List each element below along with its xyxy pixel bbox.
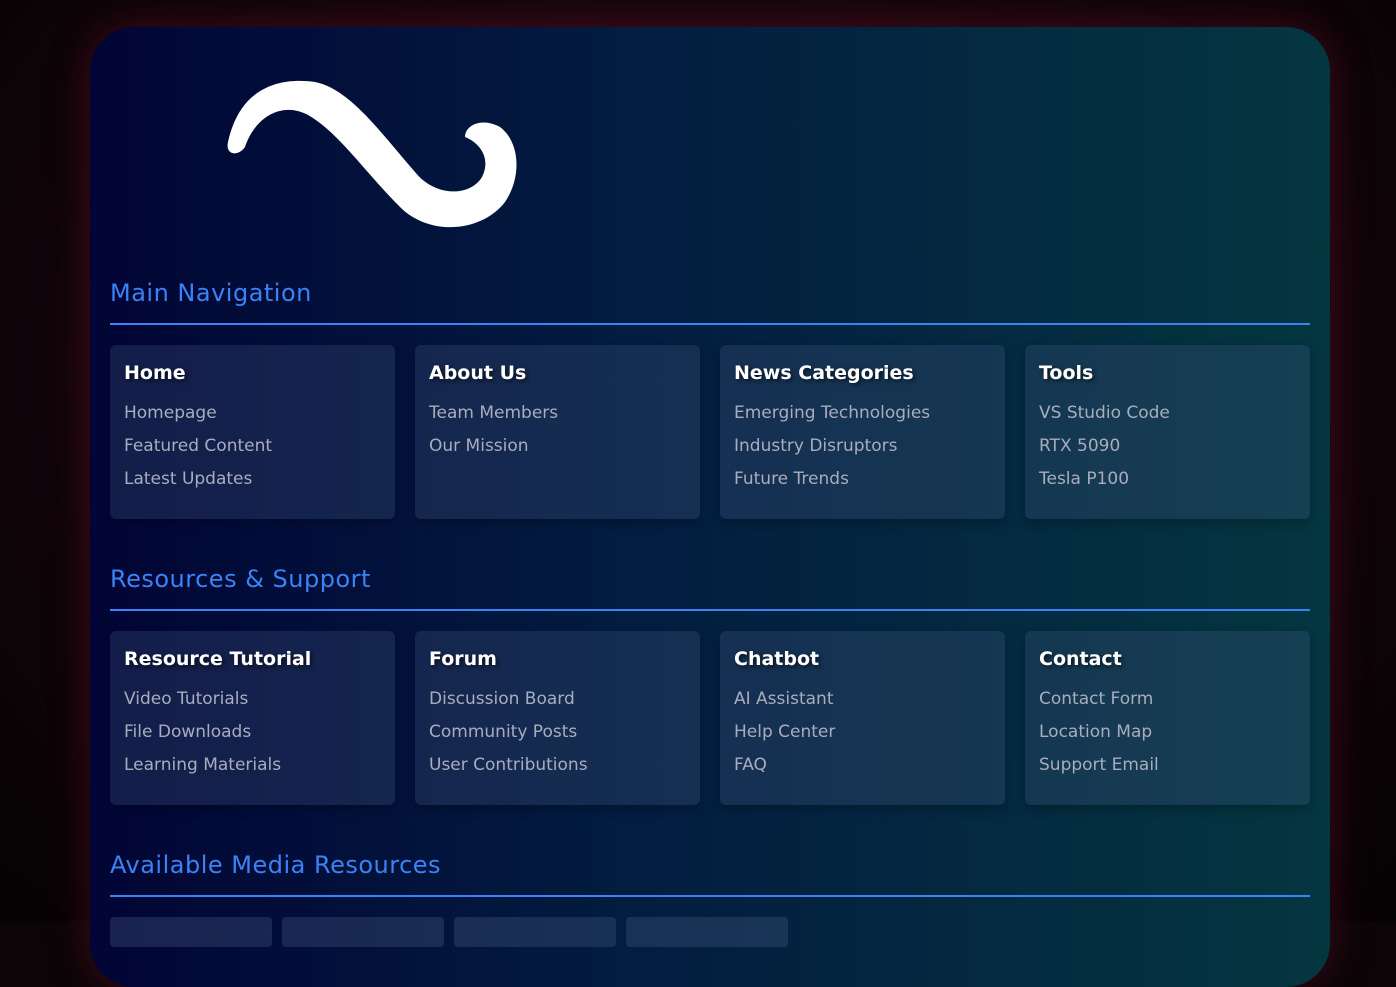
link-industry-disruptors[interactable]: Industry Disruptors [734,430,991,463]
section-divider [110,609,1310,611]
tilde-logo-icon[interactable] [220,57,520,232]
card-title: About Us [429,362,527,384]
section-resources-support: Resources & Support Resource Tutorial Vi… [110,562,1310,805]
link-vs-studio-code[interactable]: VS Studio Code [1039,397,1296,430]
card-grid: Home Homepage Featured Content Latest Up… [110,345,1310,519]
link-our-mission[interactable]: Our Mission [429,430,686,463]
link-help-center[interactable]: Help Center [734,716,991,749]
link-homepage[interactable]: Homepage [124,397,381,430]
link-support-email[interactable]: Support Email [1039,749,1296,782]
section-title: Resources & Support [110,565,371,593]
link-faq[interactable]: FAQ [734,749,991,782]
card-title: News Categories [734,362,914,384]
card-title: Home [124,362,186,384]
card-chatbot: Chatbot AI Assistant Help Center FAQ [720,631,1005,805]
link-discussion-board[interactable]: Discussion Board [429,683,686,716]
card-grid: Resource Tutorial Video Tutorials File D… [110,631,1310,805]
link-emerging-technologies[interactable]: Emerging Technologies [734,397,991,430]
media-resource-item[interactable] [110,917,272,947]
section-available-media-resources: Available Media Resources [110,848,1310,947]
media-resource-item[interactable] [454,917,616,947]
section-title: Main Navigation [110,279,312,307]
link-future-trends[interactable]: Future Trends [734,463,991,496]
section-title: Available Media Resources [110,851,442,879]
link-user-contributions[interactable]: User Contributions [429,749,686,782]
card-news-categories: News Categories Emerging Technologies In… [720,345,1005,519]
link-file-downloads[interactable]: File Downloads [124,716,381,749]
card-title: Forum [429,648,497,670]
link-tesla-p100[interactable]: Tesla P100 [1039,463,1296,496]
link-learning-materials[interactable]: Learning Materials [124,749,381,782]
link-contact-form[interactable]: Contact Form [1039,683,1296,716]
main-panel: Main Navigation Home Homepage Featured C… [90,27,1330,987]
card-title: Contact [1039,648,1122,670]
section-divider [110,323,1310,325]
card-contact: Contact Contact Form Location Map Suppor… [1025,631,1310,805]
section-divider [110,895,1310,897]
card-home: Home Homepage Featured Content Latest Up… [110,345,395,519]
link-community-posts[interactable]: Community Posts [429,716,686,749]
link-latest-updates[interactable]: Latest Updates [124,463,381,496]
media-resource-list [110,917,1310,947]
link-video-tutorials[interactable]: Video Tutorials [124,683,381,716]
card-about-us: About Us Team Members Our Mission [415,345,700,519]
card-tools: Tools VS Studio Code RTX 5090 Tesla P100 [1025,345,1310,519]
link-team-members[interactable]: Team Members [429,397,686,430]
link-location-map[interactable]: Location Map [1039,716,1296,749]
card-title: Resource Tutorial [124,648,312,670]
card-forum: Forum Discussion Board Community Posts U… [415,631,700,805]
card-resource-tutorial: Resource Tutorial Video Tutorials File D… [110,631,395,805]
link-ai-assistant[interactable]: AI Assistant [734,683,991,716]
media-resource-item[interactable] [626,917,788,947]
media-resource-item[interactable] [282,917,444,947]
card-title: Chatbot [734,648,820,670]
link-rtx-5090[interactable]: RTX 5090 [1039,430,1296,463]
card-title: Tools [1039,362,1094,384]
link-featured-content[interactable]: Featured Content [124,430,381,463]
section-main-navigation: Main Navigation Home Homepage Featured C… [110,276,1310,519]
